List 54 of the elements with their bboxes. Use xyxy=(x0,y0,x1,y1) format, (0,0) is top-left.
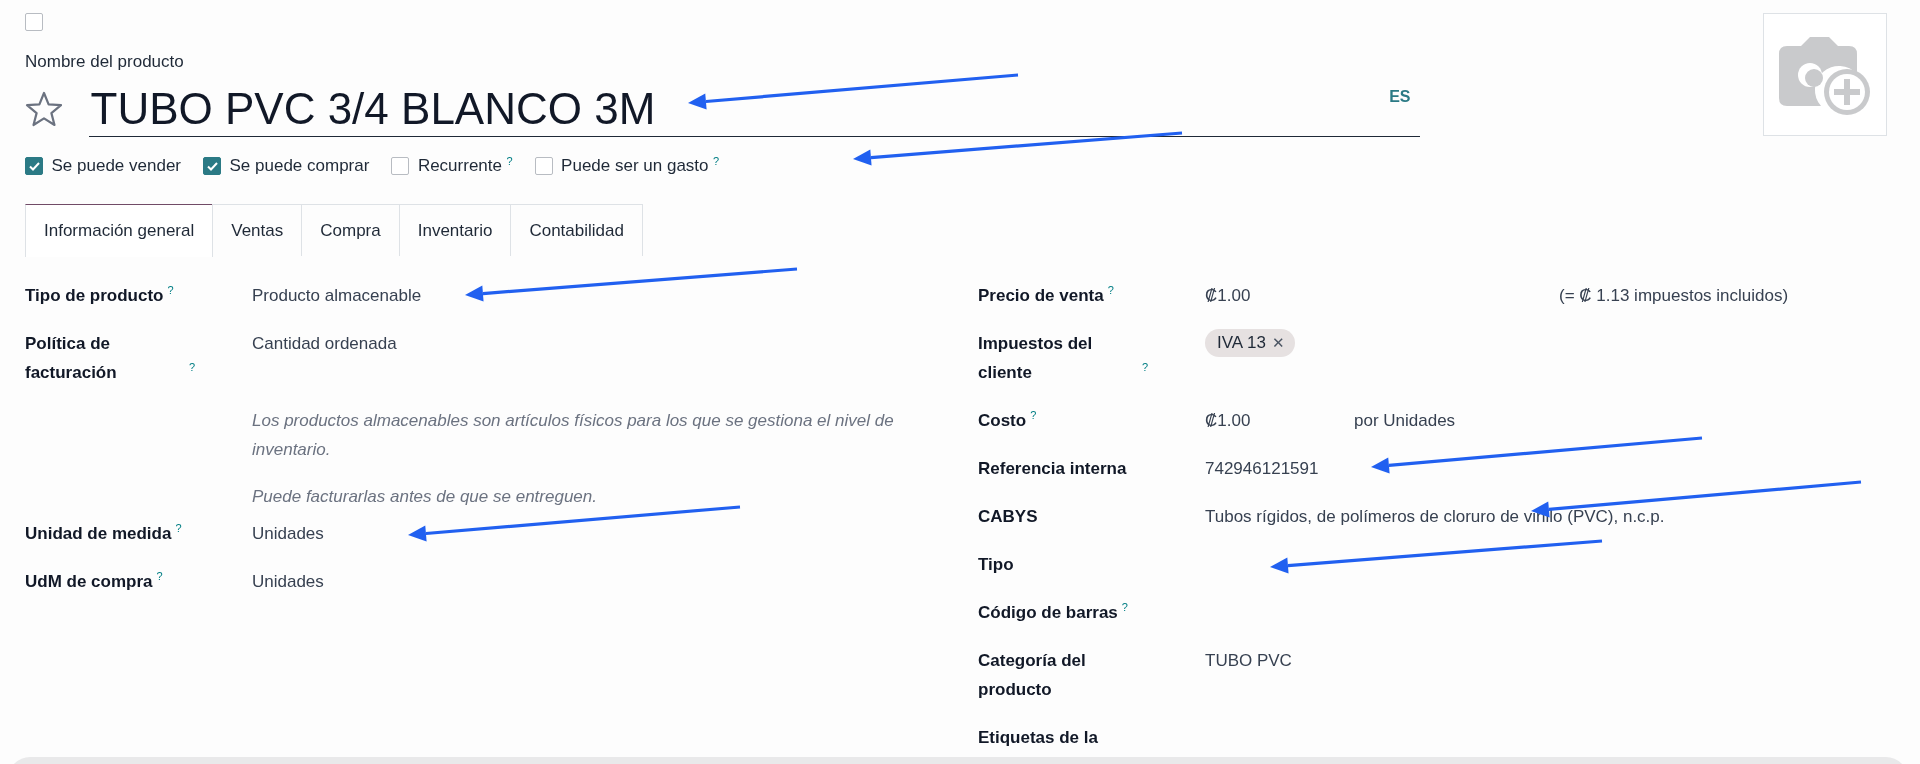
field-value[interactable]: ₡1.00 xyxy=(1205,406,1354,435)
checkbox[interactable] xyxy=(534,157,553,175)
field-label: Política de facturación xyxy=(25,333,118,384)
product-name-field[interactable]: TUBO PVC 3/4 BLANCO 3M ES xyxy=(88,81,1420,137)
field-label: Tipo xyxy=(978,554,1014,576)
field-label: Impuestos del cliente xyxy=(978,333,1094,384)
checkbox[interactable] xyxy=(203,157,221,175)
help-icon[interactable]: ? xyxy=(167,285,174,297)
field-label: Código de barras xyxy=(978,602,1118,624)
field-label: Categoría del producto xyxy=(978,650,1087,701)
field-label: Etiquetas de la xyxy=(978,727,1098,749)
help-icon[interactable]: ? xyxy=(713,156,720,168)
check-icon xyxy=(206,161,218,171)
tab[interactable]: Contabilidad xyxy=(510,204,643,256)
field-value[interactable]: Producto almacenable xyxy=(252,281,422,310)
tag-text: IVA 13 xyxy=(1217,332,1266,354)
checkbox-label: Se puede vender xyxy=(51,155,181,178)
field-value[interactable]: TUBO PVC xyxy=(1205,646,1292,704)
help-icon[interactable]: ? xyxy=(1142,362,1149,374)
help-text: Puede facturarlas antes de que se entreguen. xyxy=(252,486,598,508)
field-label: Referencia interna xyxy=(978,458,1127,480)
checkbox-label: Se puede comprar xyxy=(229,155,370,178)
field-value[interactable]: Unidades xyxy=(252,567,324,596)
help-icon[interactable]: ? xyxy=(189,362,196,374)
remove-button[interactable]: ✕ xyxy=(1271,329,1285,357)
checkbox[interactable] xyxy=(25,157,43,175)
field-value[interactable]: Unidades xyxy=(252,519,324,548)
image-upload-button[interactable] xyxy=(1763,13,1887,136)
check-icon xyxy=(28,161,40,171)
field-label: UdM de compra xyxy=(25,571,153,593)
field-value[interactable]: ₡1.00 xyxy=(1205,281,1559,310)
help-icon[interactable]: ? xyxy=(156,571,163,583)
checkbox[interactable] xyxy=(25,13,43,31)
field-label: Nombre del producto xyxy=(25,51,185,73)
field-label: Costo xyxy=(978,410,1027,432)
field-value[interactable]: 742946121591 xyxy=(1205,454,1319,483)
field-label: Tipo de producto xyxy=(25,285,164,307)
checkbox[interactable] xyxy=(391,157,410,175)
tax-included-text: (= ₡ 1.13 impuestos incluidos) xyxy=(1559,285,1789,307)
help-icon[interactable]: ? xyxy=(175,523,182,535)
checkbox-label: Recurrente xyxy=(417,155,502,178)
field-label: Precio de venta xyxy=(978,285,1104,307)
tab[interactable]: Información general xyxy=(25,204,214,257)
field-label: Unidad de medida xyxy=(25,523,172,545)
help-icon[interactable]: ? xyxy=(1107,285,1114,297)
help-icon[interactable]: ? xyxy=(506,156,513,168)
star-icon[interactable] xyxy=(25,91,63,127)
checkbox-label: Puede ser un gasto xyxy=(561,155,709,178)
field-value[interactable]: Cantidad ordenada xyxy=(252,329,397,387)
help-icon[interactable]: ? xyxy=(1030,410,1037,422)
unit-text: por Unidades xyxy=(1354,410,1456,432)
field-label: CABYS xyxy=(978,506,1038,528)
help-text: Los productos almacenables son artículos físicos para los que se gestiona el nivel de inventario. xyxy=(252,410,895,461)
help-icon[interactable]: ? xyxy=(1121,602,1128,614)
